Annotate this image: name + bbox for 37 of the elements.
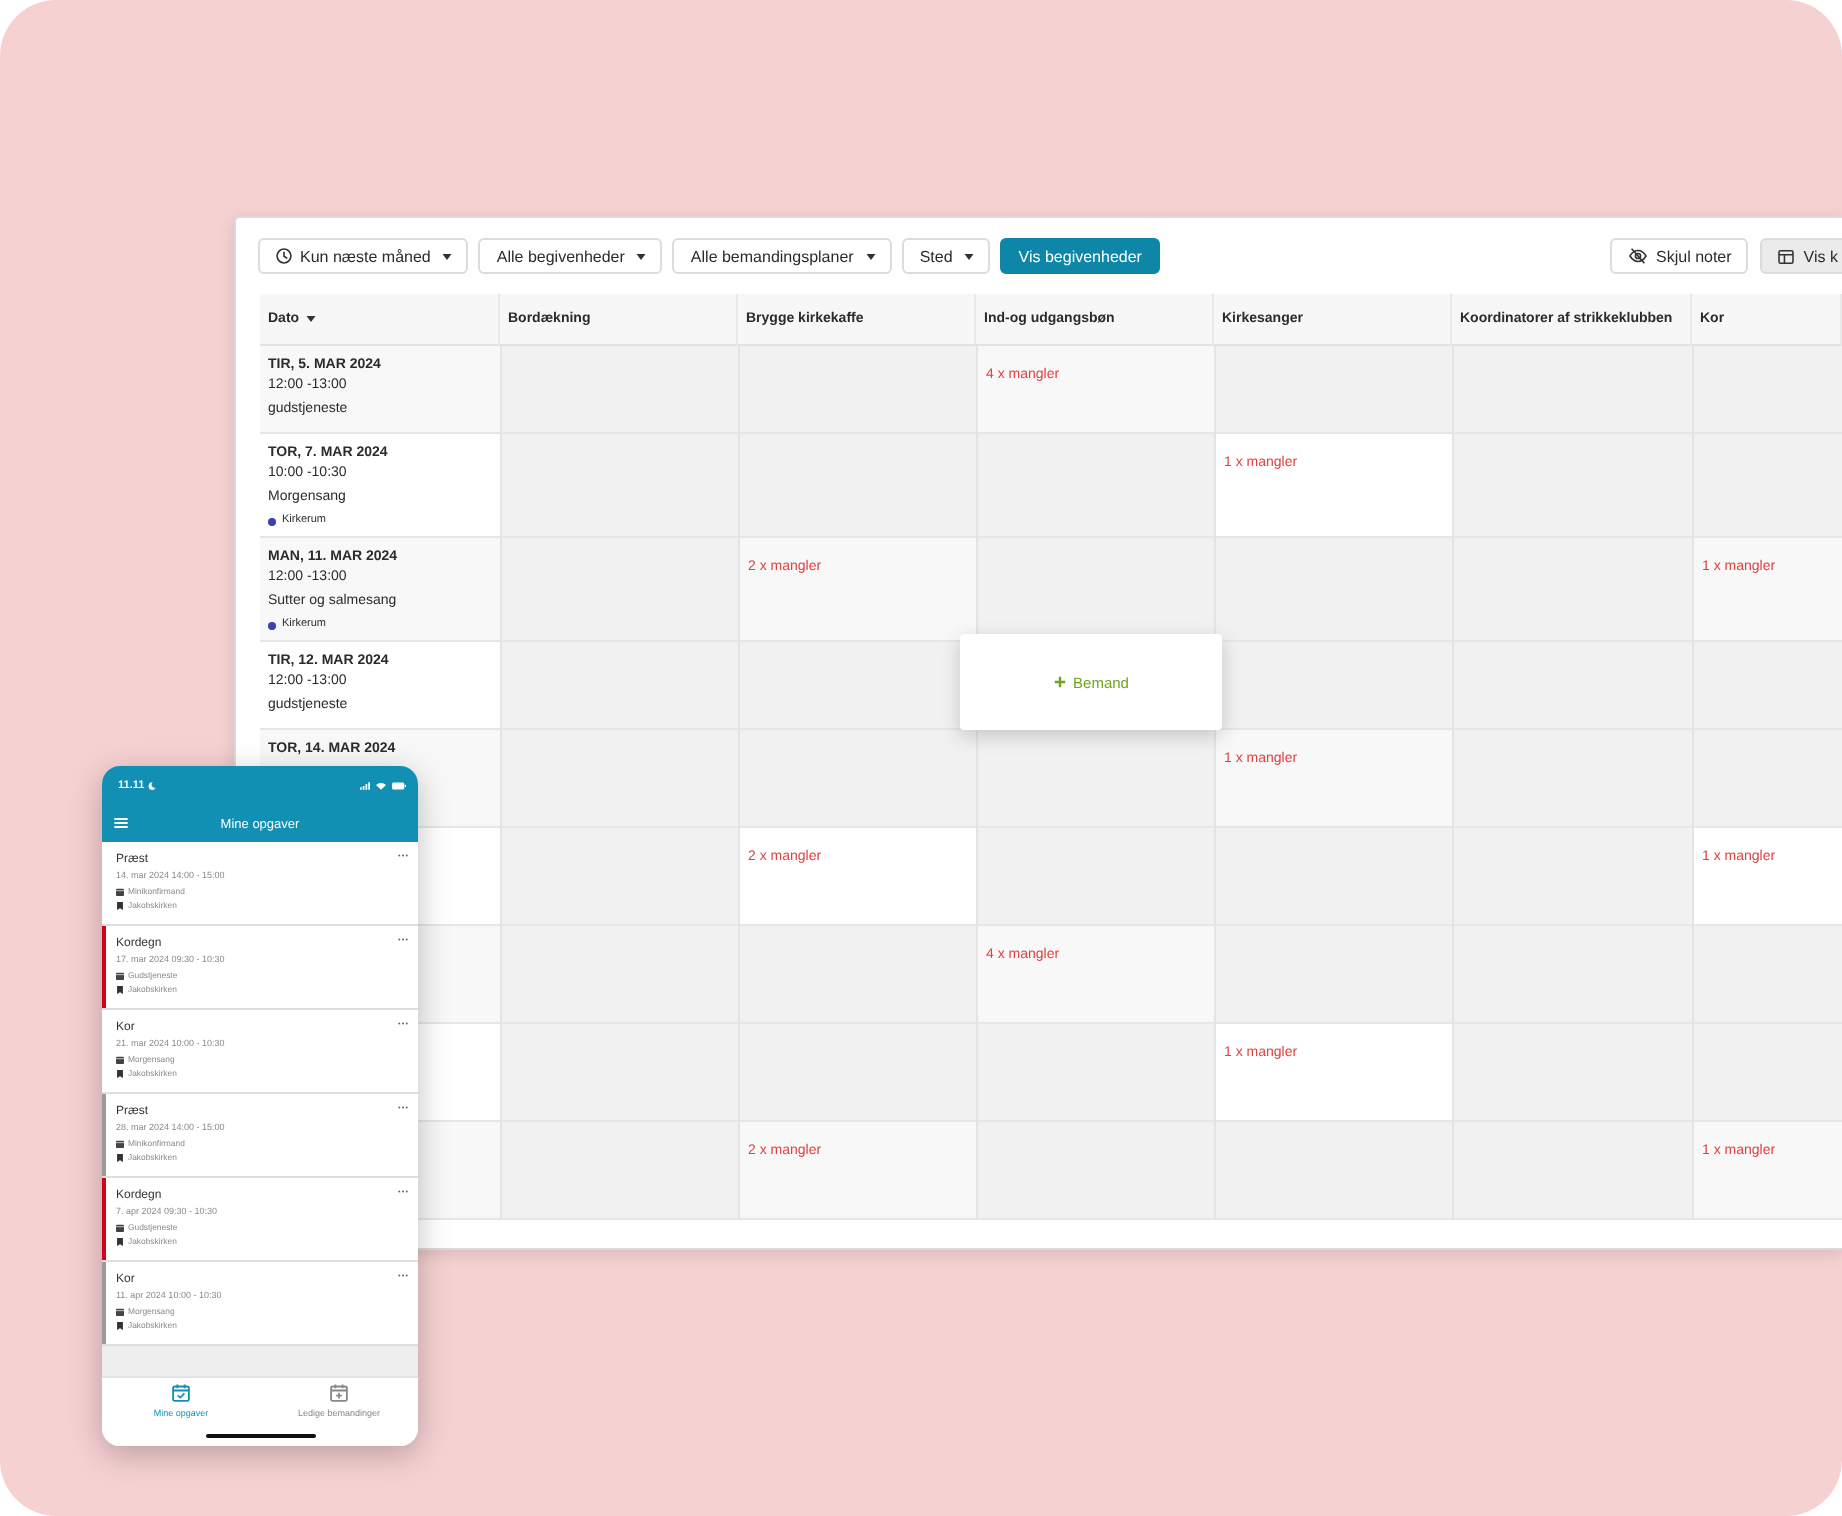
moon-icon	[148, 782, 157, 790]
view-button[interactable]: Vis k	[1759, 238, 1842, 274]
caret-icon	[865, 253, 876, 259]
bookmark-icon	[116, 1237, 124, 1245]
caret-icon	[442, 253, 453, 259]
apply-button[interactable]: Vis begivenheder	[1000, 238, 1160, 274]
eye-slash-icon	[1628, 248, 1648, 264]
bookmark-icon	[116, 1153, 124, 1161]
filter-dropdown[interactable]: Alle bemandingsplaner	[672, 238, 892, 274]
clock-icon	[276, 248, 292, 264]
menu-icon[interactable]	[114, 818, 128, 828]
calendar-icon	[116, 1223, 124, 1231]
location-dot-icon	[268, 517, 276, 525]
filter-dropdown[interactable]: Kun næste måned	[258, 238, 469, 274]
hide-notes-button[interactable]: Skjul noter	[1610, 238, 1748, 274]
location-dot-icon	[268, 621, 276, 629]
calendar-plus-icon	[330, 1384, 348, 1402]
calendar-icon	[116, 1055, 124, 1063]
bookmark-icon	[116, 1321, 124, 1329]
calendar-icon	[116, 971, 124, 979]
plus-icon	[1053, 676, 1066, 688]
wifi-icon	[376, 782, 386, 790]
calendar-icon	[116, 1307, 124, 1315]
bookmark-icon	[116, 901, 124, 909]
calendar-icon	[116, 1139, 124, 1147]
filter-dropdown[interactable]: Sted	[901, 238, 991, 274]
filter-dropdown[interactable]: Alle begivenheder	[478, 238, 663, 274]
bookmark-icon	[116, 985, 124, 993]
calendar-check-icon	[172, 1384, 190, 1402]
signal-icon	[360, 782, 370, 790]
calendar-icon	[116, 887, 124, 895]
table-icon	[1777, 249, 1794, 263]
bookmark-icon	[116, 1069, 124, 1077]
home-indicator	[206, 1434, 316, 1438]
battery-icon	[392, 782, 406, 790]
caret-icon	[964, 253, 975, 259]
caret-icon	[636, 253, 647, 259]
